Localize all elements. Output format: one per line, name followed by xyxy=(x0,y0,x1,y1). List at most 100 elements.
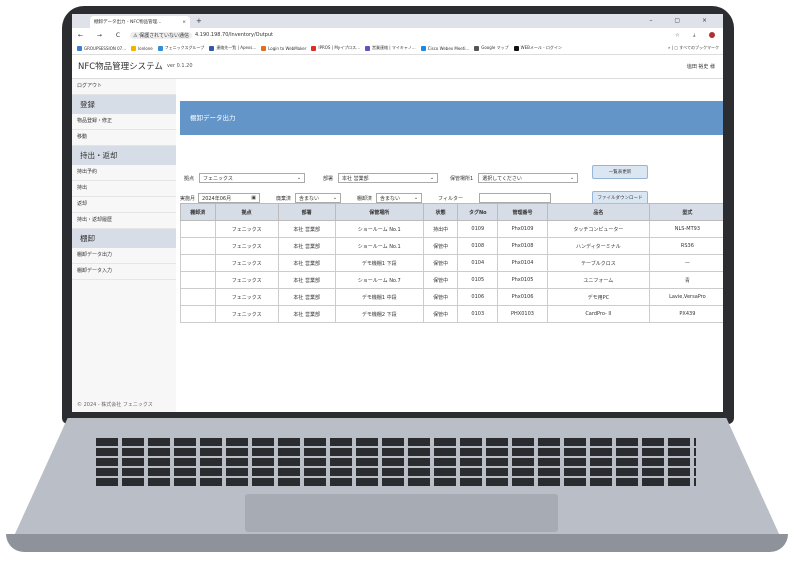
sidebar-item[interactable]: 持出・返却履歴 xyxy=(72,213,176,229)
table-cell: Lavie,VersaPro xyxy=(648,288,723,306)
column-header[interactable]: 拠点 xyxy=(214,203,279,221)
disposed-select[interactable]: 含まない ⌄ xyxy=(295,193,342,203)
laptop-screen: 棚卸データ出力 - NFC物品管理... × + – ▢ × ← → C ⚠ 保… xyxy=(72,14,723,412)
column-header[interactable]: 部署 xyxy=(277,203,336,221)
table-cell: 保管中 xyxy=(422,254,459,272)
table-cell: フェニックス xyxy=(214,220,279,238)
sidebar-item[interactable]: 返却 xyxy=(72,197,176,213)
filter-row-1: 拠点 フェニックス ⌄ 部署 本社 営業部 ⌄ 保管場所1 選択してください ⌄ xyxy=(180,173,579,183)
window-controls[interactable]: – ▢ × xyxy=(649,17,717,24)
chevron-down-icon: ⌄ xyxy=(429,175,435,181)
bookmark-icon xyxy=(157,45,163,51)
bookmark-icon xyxy=(420,45,426,51)
table-cell: 0104 xyxy=(457,254,499,272)
table-cell: タッチコンピューター xyxy=(546,220,650,238)
tab-title: 棚卸データ出力 - NFC物品管理... xyxy=(94,20,162,25)
bookmark-item[interactable]: GROUPSESSION 07... xyxy=(77,45,126,51)
bookmark-icon xyxy=(513,45,519,51)
table-row[interactable]: フェニックス 本社 営業部 ショールーム No.1 持出中 0109 Phx0109 タッチ… xyxy=(180,220,723,238)
bookmark-item[interactable]: 営業連絡 | マイキャノ... xyxy=(365,45,416,51)
bookmark-item[interactable]: Cisco Webex Meeti... xyxy=(420,45,469,51)
filter-input[interactable] xyxy=(478,193,551,203)
keyboard xyxy=(96,436,696,486)
table-cell xyxy=(180,237,216,255)
table-cell: PHX0103 xyxy=(497,305,548,323)
sidebar-section-header: 持出・返却 xyxy=(72,146,176,165)
bookmark-icon xyxy=(365,45,370,51)
column-header[interactable]: 品名 xyxy=(546,203,650,221)
table-row[interactable]: フェニックス 本社 営業部 デモ機棚1 下段 保管中 0104 Phx0104 テーブルクロ… xyxy=(180,254,723,272)
bookmark-item[interactable]: WEBメール - ログイン xyxy=(513,45,562,51)
table-cell: 0105 xyxy=(457,271,499,289)
all-bookmarks[interactable]: » | ▢ すべてのブックマーク xyxy=(668,45,719,51)
table-cell: 本社 営業部 xyxy=(277,271,336,289)
bookmark-icon xyxy=(311,45,317,51)
table-cell: 0108 xyxy=(457,237,499,255)
browser-tab[interactable]: 棚卸データ出力 - NFC物品管理... × xyxy=(90,16,190,28)
table-body: フェニックス 本社 営業部 ショールーム No.1 持出中 0109 Phx0109 タッチ… xyxy=(180,220,723,323)
table-cell: NLS-MT93 xyxy=(648,220,723,238)
table-cell: デモ機棚1 中段 xyxy=(334,288,424,306)
sidebar-item-logout[interactable]: ログアウト xyxy=(72,79,176,95)
column-header[interactable]: 管理番号 xyxy=(497,203,548,221)
column-header[interactable]: 状態 xyxy=(422,203,459,221)
storage-label: 保管場所1 xyxy=(450,175,474,182)
table-cell: RS36 xyxy=(648,237,723,255)
column-header[interactable]: 型式 xyxy=(648,203,723,221)
bookmark-item[interactable]: lonlone xyxy=(131,45,153,51)
table-row[interactable]: フェニックス 本社 営業部 デモ機棚2 下段 保管中 0103 PHX0103 CardPr… xyxy=(180,305,723,323)
table-cell: 保管中 xyxy=(422,305,459,323)
bookmark-icon xyxy=(77,45,82,51)
table-row[interactable]: フェニックス 本社 営業部 ショールーム No.1 保管中 0108 Phx0108 ハンデ… xyxy=(180,237,723,255)
laptop-base-edge xyxy=(6,534,788,552)
storage-select[interactable]: 選択してください ⌄ xyxy=(478,173,579,183)
table-cell: フェニックス xyxy=(214,254,279,272)
table-cell: ショールーム No.1 xyxy=(334,220,424,238)
copyright: © 2024 - 株式会社 フェニックス xyxy=(77,402,153,408)
bookmark-item[interactable]: Login to WebMaker xyxy=(261,45,306,51)
month-input[interactable]: 2024年06月 ▣ xyxy=(198,193,261,203)
inventoried-select[interactable]: 含まない ⌄ xyxy=(376,193,423,203)
address-bar: ← → C ⚠ 保護されていない通信 4.190.198.70/Inventor… xyxy=(72,28,723,42)
sidebar-section-header: 登録 xyxy=(72,95,176,114)
security-warning[interactable]: ⚠ 保護されていない通信 xyxy=(130,31,192,39)
url-text[interactable]: 4.190.198.70/Inventory/Output xyxy=(195,32,273,38)
refresh-list-button[interactable]: 一覧表更新 xyxy=(592,165,648,179)
table-cell: 0103 xyxy=(457,305,499,323)
bookmark-item[interactable]: フェニックスグループ xyxy=(157,45,204,51)
table-cell: 0106 xyxy=(457,288,499,306)
base-select[interactable]: フェニックス ⌄ xyxy=(199,173,306,183)
table-cell: ハンディターミナル xyxy=(546,237,650,255)
nav-buttons[interactable]: ← → C xyxy=(78,32,126,39)
sidebar-item[interactable]: 物品登録・修正 xyxy=(72,114,176,130)
sidebar-item[interactable]: 移動 xyxy=(72,130,176,146)
new-tab-button[interactable]: + xyxy=(196,17,202,25)
table-cell: Phx0106 xyxy=(497,288,548,306)
calendar-icon[interactable]: ▣ xyxy=(251,195,256,201)
table-row[interactable]: フェニックス 本社 営業部 ショールーム No.7 保管中 0105 Phx0105 ユニフ… xyxy=(180,271,723,289)
column-header[interactable]: 保管場所 xyxy=(334,203,424,221)
sidebar-item[interactable]: 持出 xyxy=(72,181,176,197)
addr-icons[interactable]: ☆ ⤓ xyxy=(675,32,701,38)
table-cell: デモ機棚2 下段 xyxy=(334,305,424,323)
column-header[interactable]: 棚卸済 xyxy=(180,203,216,221)
table-cell: ショールーム No.1 xyxy=(334,237,424,255)
bookmark-item[interactable]: Google マップ xyxy=(474,45,509,51)
close-icon[interactable]: × xyxy=(182,20,186,25)
chevron-down-icon: ⌄ xyxy=(296,175,302,181)
bookmark-item[interactable]: 連絡先一覧 | Apexs... xyxy=(209,45,256,51)
sidebar-item[interactable]: 持出予約 xyxy=(72,165,176,181)
column-header[interactable]: タグNo xyxy=(457,203,499,221)
table-cell: 本社 営業部 xyxy=(277,254,336,272)
touchpad xyxy=(245,494,558,532)
user-name: 塩田 裕史 様 xyxy=(686,63,715,70)
chevron-down-icon: ⌄ xyxy=(413,195,419,201)
browser-tabbar: 棚卸データ出力 - NFC物品管理... × + – ▢ × xyxy=(72,14,723,28)
sidebar-item[interactable]: 棚卸データ出力 xyxy=(72,248,176,264)
table-row[interactable]: フェニックス 本社 営業部 デモ機棚1 中段 保管中 0106 Phx0106 デモ用PC L… xyxy=(180,288,723,306)
bookmark-item[interactable]: IPROS | Myイプロス... xyxy=(311,45,360,51)
dept-select[interactable]: 本社 営業部 ⌄ xyxy=(338,173,439,183)
dept-label: 部署 xyxy=(323,175,334,182)
avatar[interactable] xyxy=(709,31,715,38)
sidebar-item[interactable]: 棚卸データ入力 xyxy=(72,264,176,280)
